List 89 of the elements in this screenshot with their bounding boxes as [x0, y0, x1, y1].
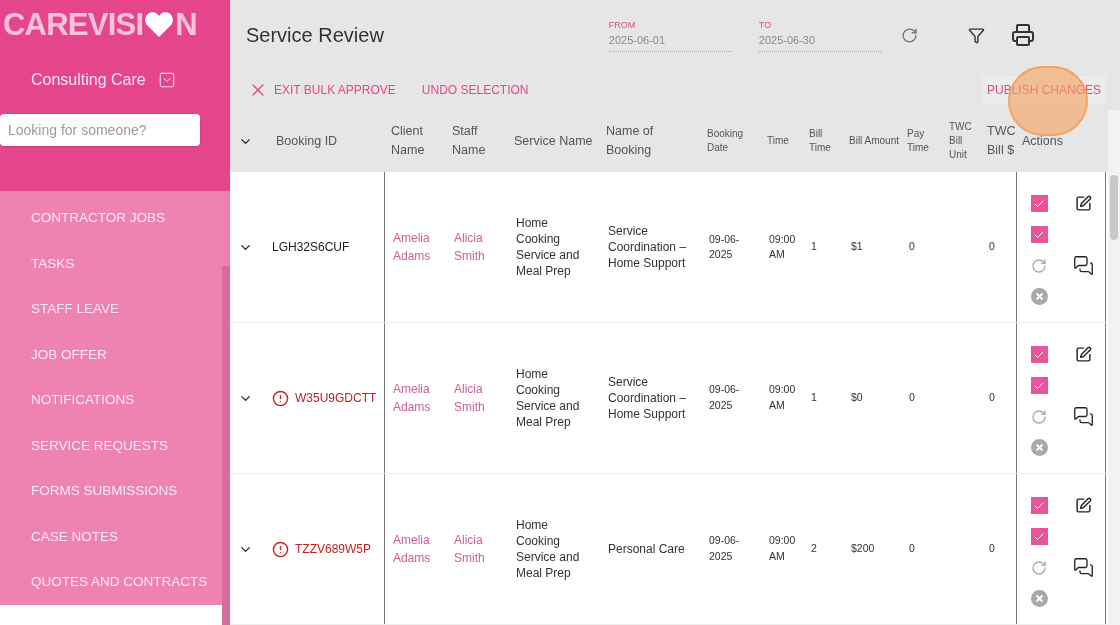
date-field[interactable]: 2025-06-30	[758, 32, 881, 49]
sidebar-item[interactable]: QUOTES AND CONTRACTS	[0, 559, 222, 605]
column-header: TWC Bill Unit	[948, 120, 973, 163]
undo-selection-button[interactable]: UNDO SELECTION	[421, 81, 529, 99]
field-label: FROM	[608, 18, 637, 32]
staff-link[interactable]: Alicia Smith	[446, 531, 508, 568]
column-header: Name of Booking	[605, 123, 655, 160]
edit-icon[interactable]	[1074, 195, 1092, 213]
table-cell-text: Home Cooking Service and Meal Prep	[515, 366, 581, 431]
checkbox[interactable]	[1030, 346, 1048, 364]
client-link[interactable]: Amelia Adams	[385, 531, 446, 568]
comments-icon[interactable]	[1072, 406, 1094, 428]
table-cell-text: 0	[908, 541, 916, 557]
column-header: Time	[766, 134, 790, 149]
logo-text: N	[175, 8, 198, 40]
sidebar-item[interactable]: NOTIFICATIONS	[0, 377, 222, 423]
table-cell-text: 09:00 AM	[768, 533, 797, 565]
client-link[interactable]: Amelia Adams	[385, 229, 446, 266]
table-cell-text: 09:00 AM	[768, 382, 797, 414]
table-cell-text: 1	[810, 390, 818, 406]
remove-icon[interactable]	[1030, 288, 1048, 306]
booking-id: TZZV689W5P	[295, 541, 372, 559]
refresh-icon[interactable]	[1031, 559, 1047, 576]
table-cell-text: 0	[908, 390, 916, 406]
table-cell-text: 0	[908, 239, 916, 255]
date-field[interactable]: 2025-06-01	[608, 32, 731, 49]
table-cell-text: 1	[810, 239, 818, 255]
sidebar-item[interactable]: JOB OFFER	[0, 332, 222, 378]
field-label: TO	[758, 18, 773, 32]
column-header: Pay Time	[906, 127, 930, 156]
print-icon[interactable]	[1010, 23, 1035, 47]
table-cell-text: 09-06-2025	[708, 231, 741, 263]
page-title: Service Review	[246, 23, 384, 48]
checkbox[interactable]	[1030, 497, 1048, 515]
sidebar-item[interactable]: SERVICE REQUESTS	[0, 423, 222, 469]
checkbox[interactable]	[1030, 195, 1048, 213]
table-cell-text: $0	[850, 390, 864, 406]
remove-icon[interactable]	[1030, 439, 1048, 457]
table-cell-text: 09:00 AM	[768, 231, 797, 263]
refresh-icon[interactable]	[900, 26, 918, 44]
table-cell-text: 09-06-2025	[708, 382, 741, 414]
booking-id: W35U9GDCTT	[295, 390, 377, 408]
table-cell-text: 09-06-2025	[708, 533, 741, 565]
table-cell-text: 0	[988, 541, 996, 557]
table-cell-text: Service Coordination – Home Support	[607, 223, 688, 272]
staff-link[interactable]: Alicia Smith	[446, 380, 508, 417]
column-header: Actions	[1021, 132, 1064, 150]
sidebar-item[interactable]: TASKS	[0, 241, 222, 287]
table-cell-text: 0	[988, 239, 996, 255]
table-cell-text: Home Cooking Service and Meal Prep	[515, 517, 581, 582]
comments-icon[interactable]	[1072, 557, 1094, 579]
refresh-icon[interactable]	[1031, 257, 1047, 274]
booking-id: LGH32S6CUF	[272, 239, 350, 257]
sidebar-item[interactable]: CONTRACTOR JOBS	[0, 195, 222, 241]
column-header: Bill Time	[808, 127, 832, 156]
table-cell-text: 0	[988, 390, 996, 406]
column-header: Client Name	[390, 123, 426, 160]
table-cell-text: 2	[810, 541, 818, 557]
remove-icon[interactable]	[1030, 590, 1048, 608]
table-cell-text: Home Cooking Service and Meal Prep	[515, 215, 581, 280]
column-header: Booking ID	[275, 132, 339, 150]
comments-icon[interactable]	[1072, 255, 1094, 277]
column-header: Bill Amount	[848, 134, 901, 149]
search-field[interactable]: Looking for someone?	[0, 114, 200, 146]
sidebar-item[interactable]: STAFF LEAVE	[0, 286, 222, 332]
table-cell-text: $1	[850, 239, 864, 255]
logo-text: CAREVISI	[3, 8, 144, 40]
table-cell-text: $200	[850, 541, 876, 557]
sidebar-item[interactable]: CASE NOTES	[0, 514, 222, 560]
dropdown-icon[interactable]	[157, 71, 176, 89]
sidebar-item[interactable]: FORMS SUBMISSIONS	[0, 468, 222, 514]
client-link[interactable]: Amelia Adams	[385, 380, 446, 417]
checkbox[interactable]	[1030, 377, 1048, 395]
edit-icon[interactable]	[1074, 346, 1092, 364]
column-header: TWC Bill $	[986, 123, 1016, 160]
heart-icon	[144, 11, 175, 37]
organization-name: Consulting Care	[31, 70, 146, 90]
table-cell-text: Personal Care	[607, 541, 686, 558]
column-header: Service Name	[513, 132, 594, 150]
filter-icon[interactable]	[967, 26, 985, 44]
checkbox[interactable]	[1030, 528, 1048, 546]
exit-bulk-approve-button[interactable]: EXIT BULK APPROVE	[248, 80, 396, 100]
column-header: Staff Name	[451, 123, 487, 160]
staff-link[interactable]: Alicia Smith	[446, 229, 508, 266]
refresh-icon[interactable]	[1031, 408, 1047, 425]
table-cell-text: Service Coordination – Home Support	[607, 374, 688, 423]
checkbox[interactable]	[1030, 226, 1048, 244]
column-header: Booking Date	[706, 127, 745, 156]
edit-icon[interactable]	[1074, 497, 1092, 515]
